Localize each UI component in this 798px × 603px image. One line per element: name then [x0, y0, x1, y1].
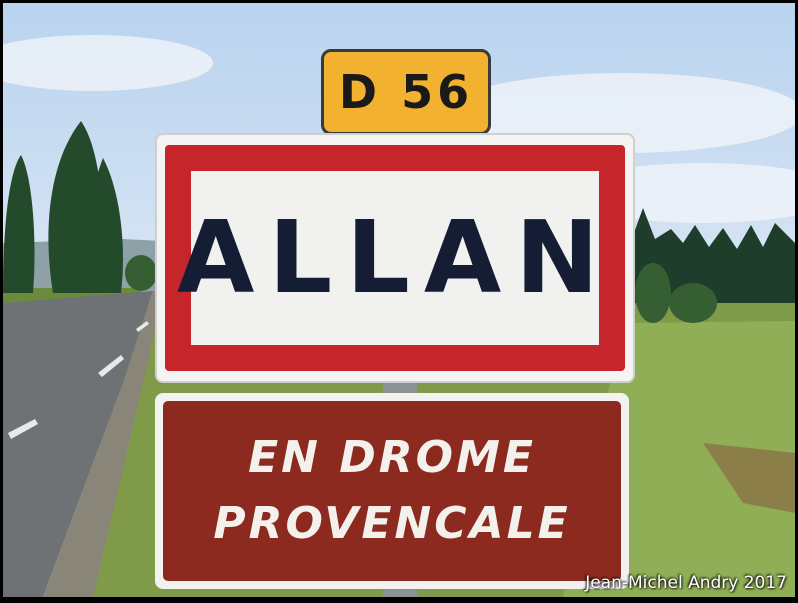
region-sign-panel: EN DROME PROVENCALE	[163, 401, 621, 581]
route-number: D 56	[338, 65, 474, 119]
photo: D 56 ALLAN EN DROME PROVENCALE Jean-Mich…	[3, 3, 795, 597]
town-name-sign: ALLAN	[157, 135, 633, 381]
region-sign: EN DROME PROVENCALE	[155, 393, 629, 589]
town-name: ALLAN	[177, 199, 613, 316]
town-sign-red-frame: ALLAN	[165, 145, 625, 371]
region-line-2: PROVENCALE	[213, 498, 571, 549]
poplar-trees	[3, 121, 123, 293]
region-line-1: EN DROME	[248, 432, 536, 483]
photo-credit: Jean-Michel Andry 2017	[585, 573, 787, 593]
route-number-plate: D 56	[321, 49, 491, 135]
